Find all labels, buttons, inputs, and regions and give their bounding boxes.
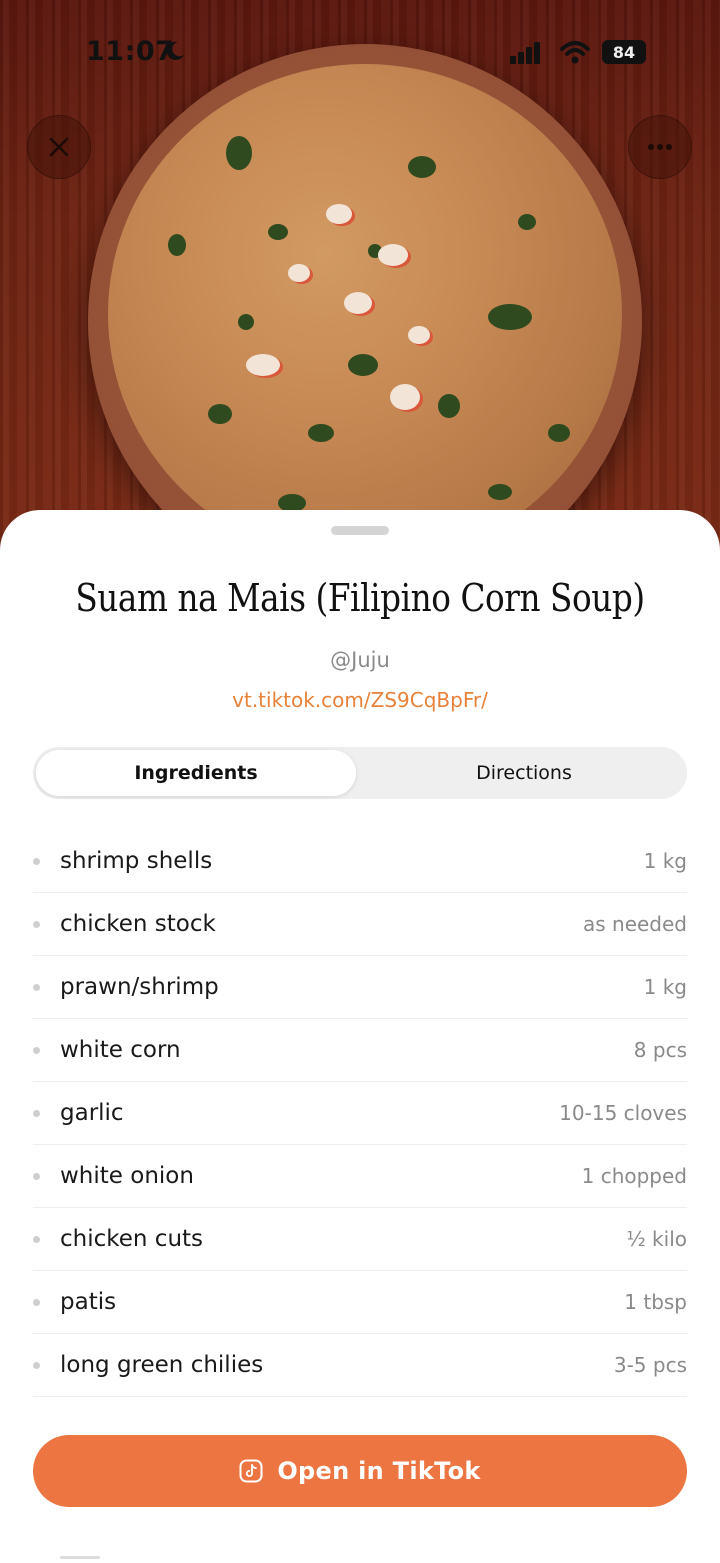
ingredient-name: white onion [60,1163,194,1189]
bullet-icon [33,1109,40,1117]
ingredient-quantity: 3-5 pcs [613,1353,687,1377]
ingredient-quantity: 1 kg [643,975,687,999]
ingredient-quantity: 1 chopped [581,1164,687,1188]
ingredient-name: patis [60,1289,117,1315]
ingredient-name: chicken stock [60,911,216,937]
recipe-sheet: Suam na Mais (Filipino Corn Soup) @Juju … [0,510,720,1563]
bullet-icon [33,983,40,991]
battery-indicator: 84 [602,40,646,64]
bullet-icon [33,857,40,865]
ingredient-quantity: 1 tbsp [624,1290,687,1314]
ingredient-quantity: 10-15 cloves [559,1101,687,1125]
bullet-icon [33,920,40,928]
open-in-tiktok-button[interactable]: Open in TikTok [33,1435,687,1507]
ingredient-row: patis 1 tbsp [33,1271,687,1334]
ingredient-quantity: ½ kilo [626,1227,687,1251]
ingredient-list: shrimp shells 1 kg chicken stock as need… [33,830,687,1397]
close-icon [49,137,69,157]
ingredient-name: shrimp shells [60,848,213,874]
ingredient-name: prawn/shrimp [60,974,219,1000]
ingredient-row: long green chilies 3-5 pcs [33,1334,687,1397]
recipe-title: Suam na Mais (Filipino Corn Soup) [75,576,645,620]
tab-switcher: Ingredients Directions [33,747,687,799]
ingredient-row: white onion 1 chopped [33,1145,687,1208]
bullet-icon [33,1235,40,1243]
ingredient-name: chicken cuts [60,1226,204,1252]
tab-ingredients[interactable]: Ingredients [36,750,356,796]
ingredient-row: white corn 8 pcs [33,1019,687,1082]
ingredient-row: prawn/shrimp 1 kg [33,956,687,1019]
ingredient-name: white corn [60,1037,181,1063]
close-button[interactable] [27,115,91,179]
ingredient-quantity: 8 pcs [633,1038,687,1062]
ingredient-row: chicken cuts ½ kilo [33,1208,687,1271]
recipe-hero-image: 11:07 84 [0,0,720,560]
bullet-icon [33,1172,40,1180]
ingredient-row: garlic 10-15 cloves [33,1082,687,1145]
cellular-signal-icon [510,42,540,64]
recipe-source-link[interactable]: vt.tiktok.com/ZS9CqBpFr/ [0,688,720,712]
recipe-author[interactable]: @Juju [0,648,720,672]
home-indicator [60,1556,100,1559]
bullet-icon [33,1298,40,1306]
ingredient-name: long green chilies [60,1352,264,1378]
tab-directions[interactable]: Directions [364,750,684,796]
ellipsis-icon [648,144,672,150]
ingredient-quantity: 1 kg [643,849,687,873]
soup-surface [108,64,622,560]
ingredient-quantity: as needed [582,912,687,936]
ingredient-row: shrimp shells 1 kg [33,830,687,893]
status-time: 11:07 [86,36,175,67]
sheet-grabber[interactable] [331,526,389,535]
battery-level: 84 [612,42,636,62]
bullet-icon [33,1361,40,1369]
tiktok-icon [239,1459,263,1483]
ingredient-row: chicken stock as needed [33,893,687,956]
ingredient-name: garlic [60,1100,124,1126]
bullet-icon [33,1046,40,1054]
wifi-icon [560,41,590,64]
open-in-tiktok-label: Open in TikTok [277,1457,481,1485]
moon-icon [166,41,185,60]
more-options-button[interactable] [628,115,692,179]
